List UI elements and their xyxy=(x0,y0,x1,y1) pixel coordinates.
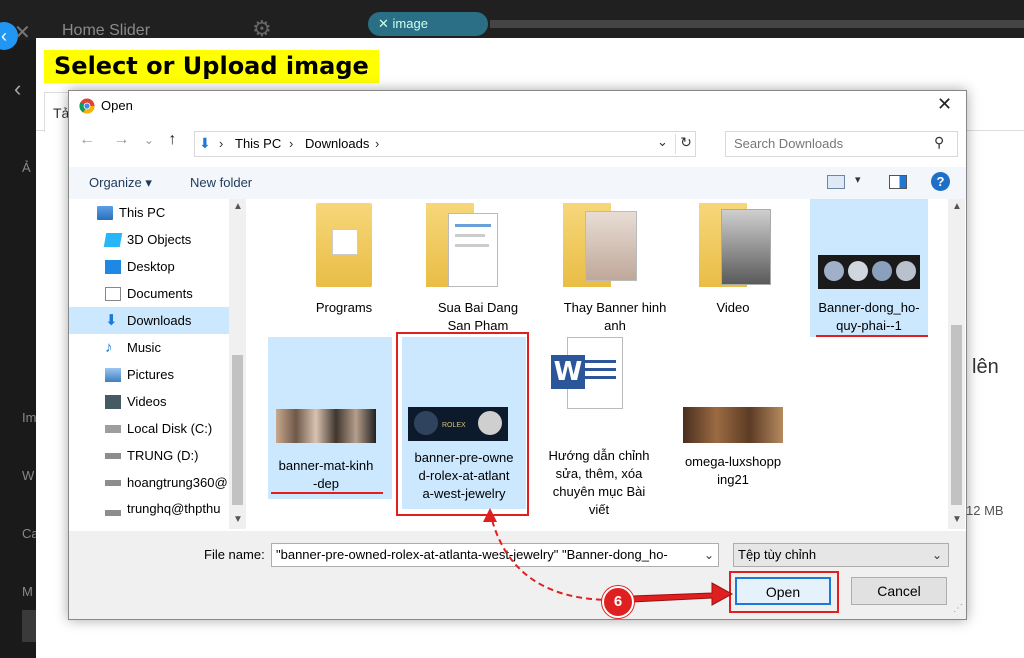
annotation-layer xyxy=(483,508,734,606)
dashed-arrow xyxy=(489,511,613,601)
arrow-to-open xyxy=(631,582,734,606)
arrow-head xyxy=(483,508,497,522)
step-number-badge: 6 xyxy=(602,586,634,618)
